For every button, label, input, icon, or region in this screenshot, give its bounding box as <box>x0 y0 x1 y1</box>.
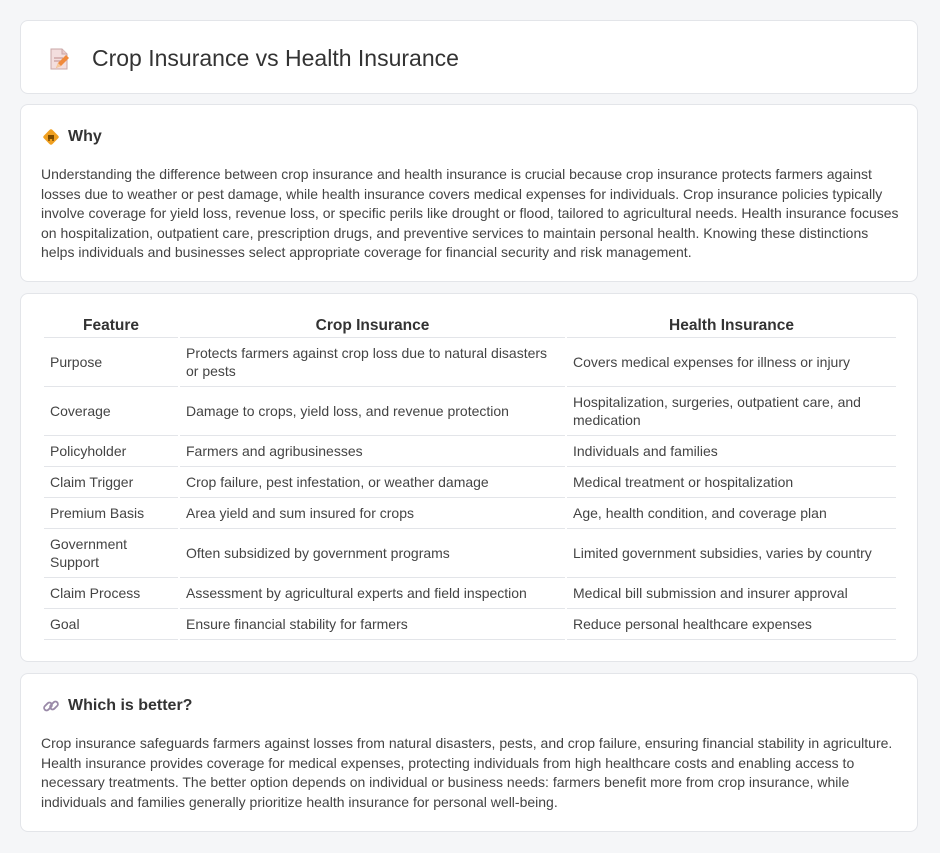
comparison-table: Feature Crop Insurance Health Insurance … <box>42 315 898 640</box>
table-row: Purpose Protects farmers against crop lo… <box>44 338 896 387</box>
document-edit-icon <box>47 47 71 71</box>
feature-cell: Goal <box>44 609 178 640</box>
feature-cell: Claim Trigger <box>44 467 178 498</box>
feature-cell: Claim Process <box>44 578 178 609</box>
crop-cell: Crop failure, pest infestation, or weath… <box>180 467 565 498</box>
table-row: Claim Trigger Crop failure, pest infesta… <box>44 467 896 498</box>
table-row: Premium Basis Area yield and sum insured… <box>44 498 896 529</box>
health-cell: Medical treatment or hospitalization <box>567 467 896 498</box>
crop-cell: Damage to crops, yield loss, and revenue… <box>180 387 565 436</box>
better-heading-row: Which is better? <box>42 696 192 716</box>
feature-cell: Purpose <box>44 338 178 387</box>
health-cell: Individuals and families <box>567 436 896 467</box>
table-row: Government Support Often subsidized by g… <box>44 529 896 578</box>
table-row: Goal Ensure financial stability for farm… <box>44 609 896 640</box>
feature-cell: Coverage <box>44 387 178 436</box>
column-header: Feature <box>44 315 178 338</box>
crop-cell: Farmers and agribusinesses <box>180 436 565 467</box>
feature-cell: Policyholder <box>44 436 178 467</box>
page-title: Crop Insurance vs Health Insurance <box>92 45 459 71</box>
health-cell: Limited government subsidies, varies by … <box>567 529 896 578</box>
why-section: Why Understanding the difference between… <box>20 104 918 282</box>
table-row: Coverage Damage to crops, yield loss, an… <box>44 387 896 436</box>
table-header-row: Feature Crop Insurance Health Insurance <box>44 315 896 338</box>
crop-cell: Area yield and sum insured for crops <box>180 498 565 529</box>
better-text: Crop insurance safeguards farmers agains… <box>41 735 893 810</box>
header-card: Crop Insurance vs Health Insurance <box>20 20 918 94</box>
column-header: Health Insurance <box>567 315 896 338</box>
crop-cell: Ensure financial stability for farmers <box>180 609 565 640</box>
health-cell: Hospitalization, surgeries, outpatient c… <box>567 387 896 436</box>
feature-cell: Government Support <box>44 529 178 578</box>
health-cell: Medical bill submission and insurer appr… <box>567 578 896 609</box>
comparison-card: Feature Crop Insurance Health Insurance … <box>20 293 918 662</box>
link-icon <box>42 697 60 715</box>
better-title: Which is better? <box>68 697 193 714</box>
health-cell: Age, health condition, and coverage plan <box>567 498 896 529</box>
table-row: Claim Process Assessment by agricultural… <box>44 578 896 609</box>
column-header: Crop Insurance <box>180 315 565 338</box>
table-row: Policyholder Farmers and agribusinesses … <box>44 436 896 467</box>
health-cell: Reduce personal healthcare expenses <box>567 609 896 640</box>
why-heading-row: Why <box>42 127 102 147</box>
why-text: Understanding the difference between cro… <box>41 166 899 261</box>
why-title: Why <box>68 128 102 145</box>
feature-cell: Premium Basis <box>44 498 178 529</box>
better-section: Which is better? Crop insurance safeguar… <box>20 673 918 832</box>
crop-cell: Often subsidized by government programs <box>180 529 565 578</box>
diamond-warning-icon <box>42 128 60 146</box>
crop-cell: Assessment by agricultural experts and f… <box>180 578 565 609</box>
health-cell: Covers medical expenses for illness or i… <box>567 338 896 387</box>
crop-cell: Protects farmers against crop loss due t… <box>180 338 565 387</box>
